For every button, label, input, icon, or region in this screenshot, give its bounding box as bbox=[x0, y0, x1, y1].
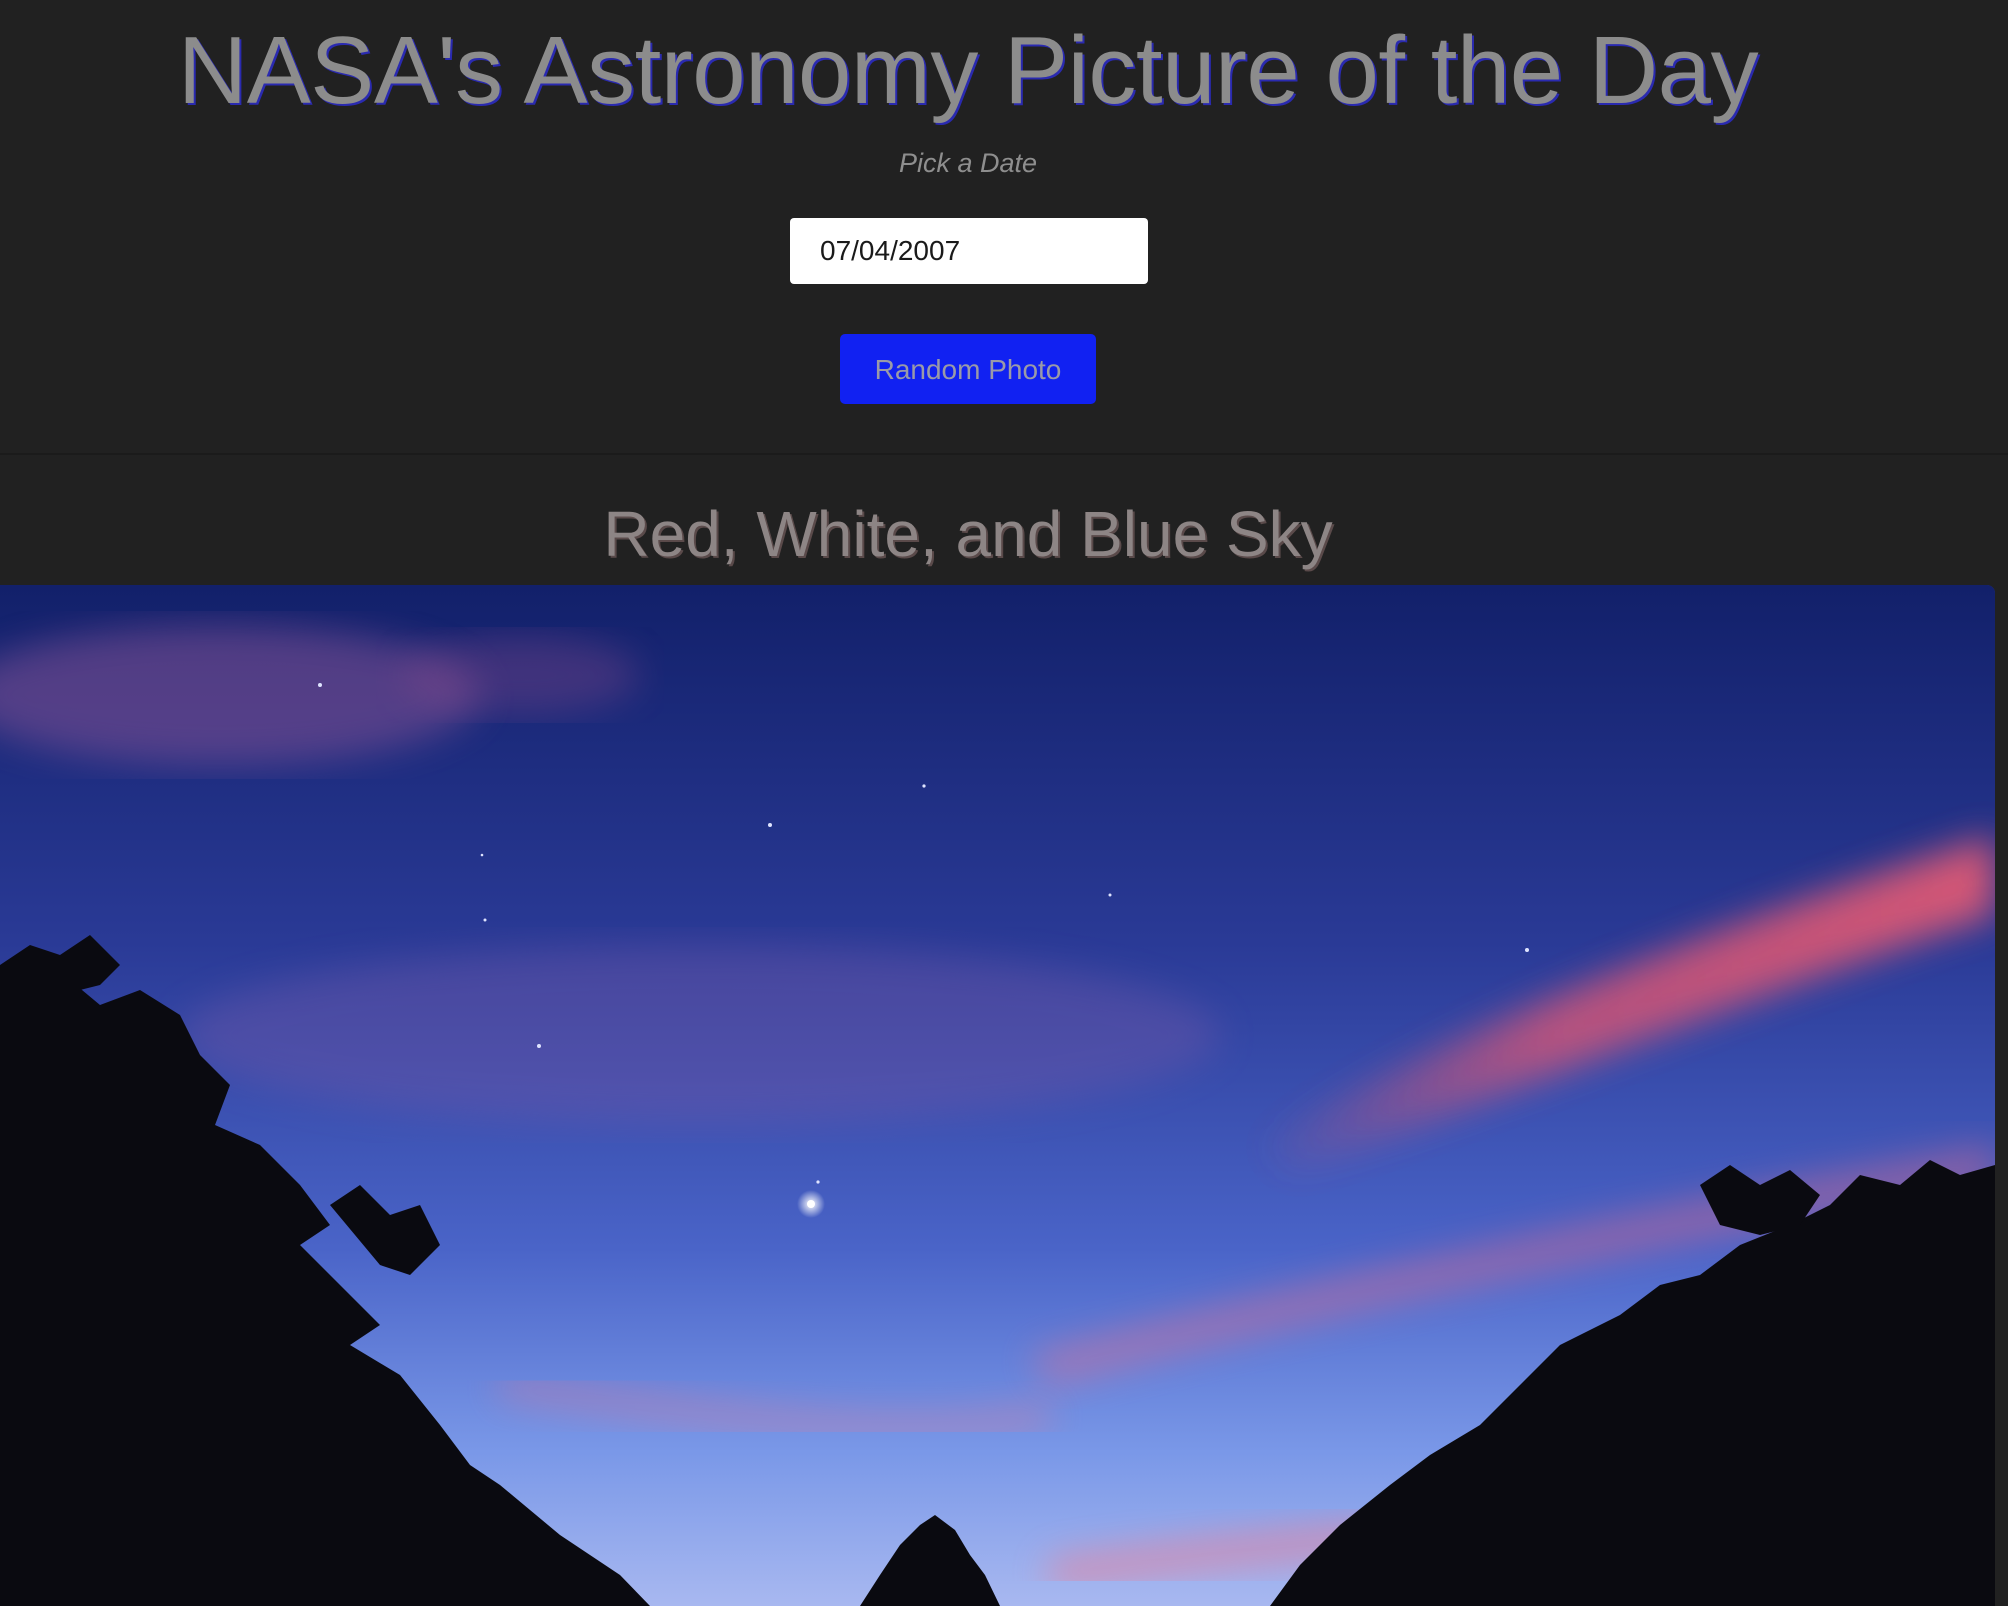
photo-title: Red, White, and Blue Sky bbox=[603, 498, 1333, 570]
page: NASA's Astronomy Picture of the Day Pick… bbox=[0, 0, 2008, 1606]
random-photo-button[interactable]: Random Photo bbox=[840, 334, 1096, 404]
divider bbox=[0, 453, 2008, 455]
site-title: NASA's Astronomy Picture of the Day bbox=[177, 17, 1759, 124]
apod-photo bbox=[0, 585, 1995, 1606]
pick-date-label: Pick a Date bbox=[898, 148, 1038, 178]
header: NASA's Astronomy Picture of the Day Pick… bbox=[0, 0, 1936, 453]
date-input[interactable] bbox=[790, 218, 1148, 284]
sky-photo-image bbox=[0, 585, 1995, 1606]
